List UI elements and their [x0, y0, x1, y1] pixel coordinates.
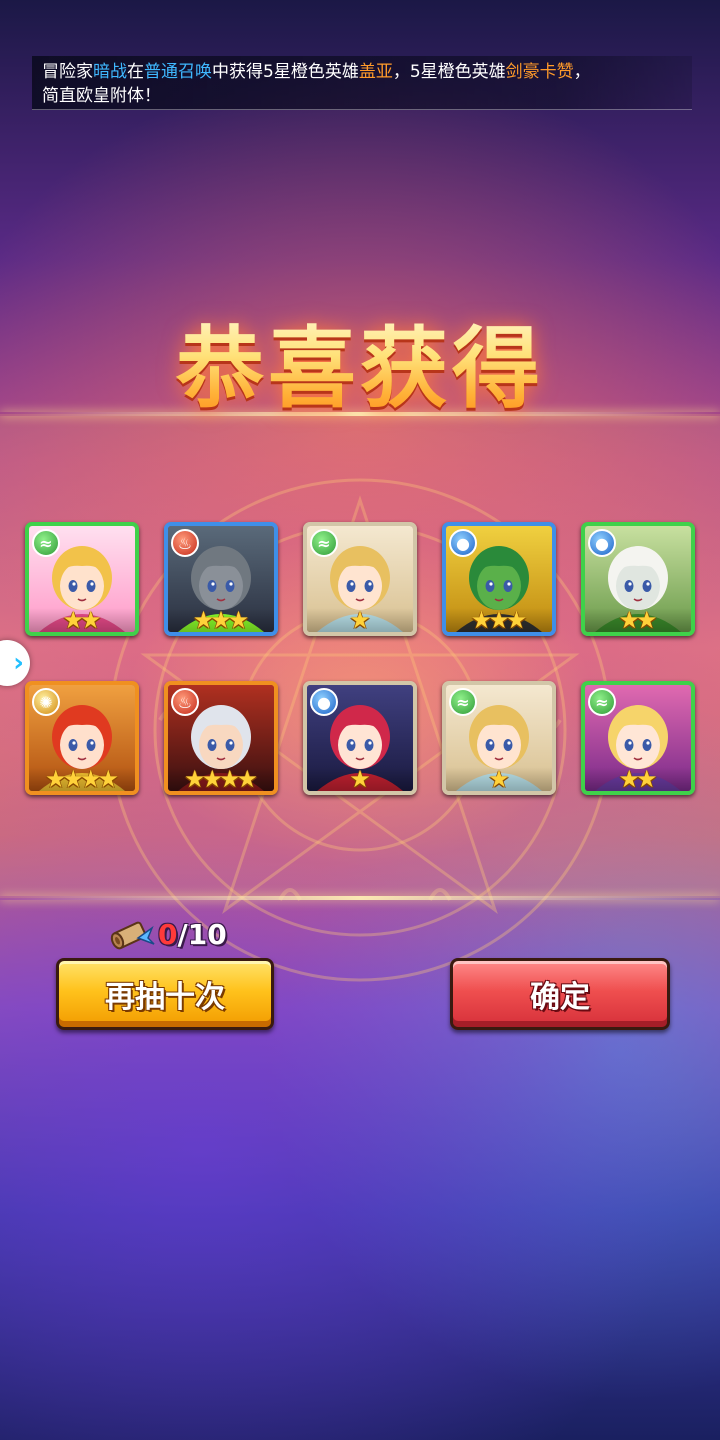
summon-ticket-counter: 0/10 [108, 914, 248, 954]
water-icon: ● [310, 688, 338, 716]
hero-card[interactable]: ✺ ★ ★ ★ ★ [25, 681, 139, 795]
fire-icon: ♨ [171, 688, 199, 716]
water-icon: ● [449, 529, 477, 557]
hero-card[interactable]: ♨ ★ ★ ★ [164, 522, 278, 636]
star-rating: ★ ★ ★ ★ [29, 767, 135, 791]
hero-name: 盖亚 [358, 62, 393, 82]
star-rating: ★ ★ [585, 767, 691, 791]
hero-card[interactable]: ● ★ ★ [581, 522, 695, 636]
hero-name: 剑豪卡赞 [505, 62, 574, 82]
sun-icon: ✺ [32, 688, 60, 716]
star-rating: ★ [446, 767, 552, 791]
water-icon: ● [588, 529, 616, 557]
star-rating: ★ [307, 767, 413, 791]
star-rating: ★ ★ ★ [446, 608, 552, 632]
wind-icon: ≈ [588, 688, 616, 716]
hero-card[interactable]: ≈ ★ ★ [25, 522, 139, 636]
draw-ten-again-button[interactable]: 再抽十次 [56, 958, 274, 1030]
star-icon: ★ [488, 765, 510, 793]
star-rating: ★ ★ [29, 608, 135, 632]
star-icon: ★ [97, 765, 120, 793]
broadcast-text: 冒险家暗战在普通召唤中获得5星橙色英雄盖亚，5星橙色英雄剑豪卡赞， 简直欧皇附体！ [42, 62, 591, 106]
hero-card[interactable]: ≈ ★ ★ [581, 681, 695, 795]
star-rating: ★ ★ ★ [168, 608, 274, 632]
star-icon: ★ [349, 606, 371, 634]
ticket-current: 0 [158, 917, 178, 951]
hero-reward-grid: ≈ ★ ★ ♨ ★ ★ ★ ≈ ★ ● ★ ★ ★ ● ★ ★ ✺ ★ ★ ★ ★ ♨ ★ ★ ★ ★ ● ★ ≈ ★ ≈ ★ ★ [0, 0, 720, 1440]
summon-pool-name: 普通召唤 [144, 62, 212, 82]
wind-icon: ≈ [32, 529, 60, 557]
light-band-bottom [0, 896, 720, 900]
star-icon: ★ [636, 606, 658, 634]
congrats-title: 恭喜获得 [0, 298, 720, 425]
fire-icon: ♨ [171, 529, 199, 557]
scroll-icon [110, 921, 155, 950]
broadcast-banner: 冒险家暗战在普通召唤中获得5星橙色英雄盖亚，5星橙色英雄剑豪卡赞， 简直欧皇附体！ [32, 56, 692, 110]
star-rating: ★ ★ [585, 608, 691, 632]
star-rating: ★ [307, 608, 413, 632]
confirm-button[interactable]: 确定 [450, 958, 670, 1030]
wind-icon: ≈ [449, 688, 477, 716]
hero-card[interactable]: ≈ ★ [442, 681, 556, 795]
wind-icon: ≈ [310, 529, 338, 557]
ticket-total: /10 [177, 917, 227, 951]
hero-card[interactable]: ● ★ ★ ★ [442, 522, 556, 636]
star-rating: ★ ★ ★ ★ [168, 767, 274, 791]
hero-card[interactable]: ≈ ★ [303, 522, 417, 636]
star-icon: ★ [227, 606, 250, 634]
player-name: 暗战 [93, 62, 127, 82]
hero-card[interactable]: ● ★ [303, 681, 417, 795]
star-icon: ★ [236, 765, 259, 793]
hero-card[interactable]: ♨ ★ ★ ★ ★ [164, 681, 278, 795]
star-icon: ★ [636, 765, 658, 793]
star-icon: ★ [80, 606, 102, 634]
star-icon: ★ [505, 606, 528, 634]
star-icon: ★ [349, 765, 371, 793]
